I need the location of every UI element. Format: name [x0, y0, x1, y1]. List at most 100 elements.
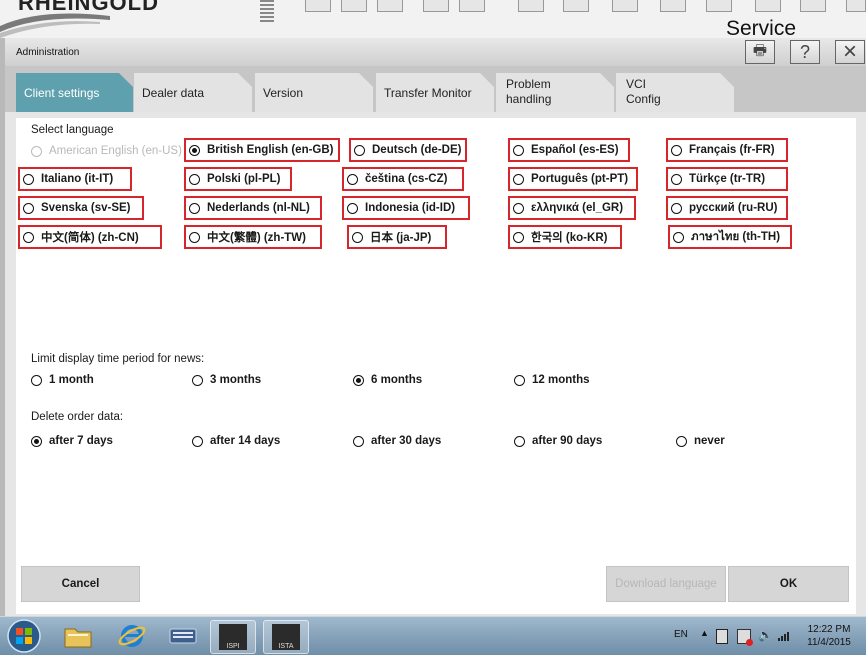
system-clock[interactable]: 12:22 PM 11/4/2015 — [804, 623, 854, 649]
toolbar-button[interactable] — [518, 0, 544, 12]
delete-option-7-days[interactable]: after 7 days — [31, 431, 113, 451]
radio-icon — [352, 231, 363, 243]
volume-tray-icon[interactable]: 🔈 — [758, 628, 773, 642]
cancel-button[interactable]: Cancel — [21, 566, 140, 602]
radio-icon — [23, 202, 34, 214]
language-option-cs-cz[interactable]: čeština (cs-CZ) — [342, 167, 464, 191]
toolbar-button[interactable] — [459, 0, 485, 12]
brand-logo: RHEINGOLD — [18, 0, 159, 15]
language-option-it-it[interactable]: Italiano (it-IT) — [18, 167, 132, 191]
tab-vci-config[interactable]: VCI Config — [616, 73, 734, 112]
radio-icon — [513, 144, 524, 156]
app-banner: RHEINGOLD Service — [0, 0, 866, 38]
signal-tray-icon[interactable] — [778, 631, 789, 641]
language-option-th-th[interactable]: ภาษาไทย (th-TH) — [668, 225, 792, 249]
tab-version[interactable]: Version — [255, 73, 373, 112]
close-button[interactable]: × — [835, 38, 865, 65]
radio-icon — [23, 173, 34, 185]
toolbar-button[interactable] — [341, 0, 367, 12]
language-option-pl-pl[interactable]: Polski (pl-PL) — [184, 167, 292, 191]
keyboard-taskbar-button[interactable] — [162, 620, 206, 652]
ok-button[interactable]: OK — [728, 566, 849, 602]
settings-panel: Select language American English (en-US)… — [5, 112, 866, 616]
download-language-button[interactable]: Download language — [606, 566, 726, 602]
toolbar-button[interactable] — [660, 0, 686, 12]
language-option-de-de[interactable]: Deutsch (de-DE) — [349, 138, 467, 162]
radio-icon — [189, 173, 200, 185]
option-label: after 30 days — [371, 435, 442, 447]
tab-label: Dealer data — [142, 86, 205, 100]
show-hidden-icons-icon[interactable]: ▲ — [700, 628, 709, 638]
news-option-1-month[interactable]: 1 month — [31, 370, 94, 390]
option-label: 3 months — [210, 374, 262, 386]
explorer-taskbar-button[interactable] — [56, 620, 100, 652]
language-option-en-gb[interactable]: British English (en-GB) — [184, 138, 340, 162]
radio-icon — [31, 145, 42, 157]
tab-transfer-monitor[interactable]: Transfer Monitor — [376, 73, 494, 112]
language-option-zh-cn[interactable]: 中文(简体) (zh-CN) — [18, 225, 162, 249]
option-label: ελληνικά (el_GR) — [531, 202, 624, 214]
toolbar-button[interactable] — [423, 0, 449, 12]
language-option-el-gr[interactable]: ελληνικά (el_GR) — [508, 196, 636, 220]
toolbar-button[interactable] — [563, 0, 589, 12]
option-label: Türkçe (tr-TR) — [689, 173, 766, 185]
option-label: 中文(简体) (zh-CN) — [41, 232, 139, 244]
language-option-zh-tw[interactable]: 中文(繁體) (zh-TW) — [184, 225, 322, 249]
language-option-pt-pt[interactable]: Português (pt-PT) — [508, 167, 638, 191]
news-option-3-months[interactable]: 3 months — [192, 370, 261, 390]
toolbar-button[interactable] — [706, 0, 732, 12]
language-option-id-id[interactable]: Indonesia (id-ID) — [342, 196, 470, 220]
clock-date: 11/4/2015 — [807, 637, 851, 648]
delete-option-90-days[interactable]: after 90 days — [514, 431, 602, 451]
toolbar-button[interactable] — [800, 0, 826, 12]
help-icon: ? — [799, 41, 810, 62]
news-option-6-months[interactable]: 6 months — [353, 370, 422, 390]
ista-app-icon: ISTA — [272, 624, 300, 650]
delete-option-never[interactable]: never — [676, 431, 725, 451]
option-label: Español (es-ES) — [531, 144, 619, 156]
language-option-ko-kr[interactable]: 한국의 (ko-KR) — [508, 225, 622, 249]
news-option-12-months[interactable]: 12 months — [514, 370, 590, 390]
help-button[interactable]: ? — [790, 40, 820, 64]
device-tray-icon[interactable] — [716, 629, 728, 644]
radio-icon — [31, 374, 42, 386]
option-label: čeština (cs-CZ) — [365, 173, 448, 185]
option-label: after 7 days — [49, 435, 113, 447]
print-button[interactable]: 🖶 — [745, 40, 775, 64]
toolbar-button[interactable] — [612, 0, 638, 12]
start-button[interactable] — [4, 618, 44, 654]
tab-client-settings[interactable]: Client settings — [16, 73, 133, 112]
toolbar-button[interactable] — [755, 0, 781, 12]
language-option-en-us[interactable]: American English (en-US) — [31, 141, 182, 161]
tab-label: Version — [263, 86, 304, 100]
ista-taskbar-button[interactable]: ISTA — [263, 620, 309, 654]
toolbar-button[interactable] — [377, 0, 403, 12]
banner-grip — [260, 0, 274, 22]
service-label: Service — [726, 17, 797, 38]
network-error-tray-icon[interactable] — [737, 629, 753, 646]
radio-icon — [347, 173, 358, 185]
tab-dealer-data[interactable]: Dealer data — [134, 73, 252, 112]
internet-explorer-taskbar-button[interactable] — [110, 620, 154, 652]
ispi-taskbar-button[interactable]: ISPI — [210, 620, 256, 654]
language-option-ru-ru[interactable]: русский (ru-RU) — [666, 196, 788, 220]
language-option-fr-fr[interactable]: Français (fr-FR) — [666, 138, 788, 162]
language-option-nl-nl[interactable]: Nederlands (nl-NL) — [184, 196, 322, 220]
tab-bar: Client settings Dealer data Version Tran… — [5, 66, 866, 112]
print-icon: 🖶 — [752, 41, 768, 59]
toolbar-button[interactable] — [846, 0, 866, 12]
radio-icon — [514, 374, 525, 386]
language-option-tr-tr[interactable]: Türkçe (tr-TR) — [666, 167, 788, 191]
tab-problem-handling[interactable]: Problem handling — [496, 73, 614, 112]
radio-icon — [192, 435, 203, 447]
delete-option-14-days[interactable]: after 14 days — [192, 431, 280, 451]
language-option-ja-jp[interactable]: 日本 (ja-JP) — [347, 225, 447, 249]
option-label: русский (ru-RU) — [689, 202, 778, 214]
folder-icon — [64, 628, 92, 648]
input-language-indicator[interactable]: EN — [674, 629, 688, 640]
toolbar-button[interactable] — [305, 0, 331, 12]
language-option-es-es[interactable]: Español (es-ES) — [508, 138, 630, 162]
window-title: Administration — [16, 47, 80, 58]
language-option-sv-se[interactable]: Svenska (sv-SE) — [18, 196, 144, 220]
delete-option-30-days[interactable]: after 30 days — [353, 431, 441, 451]
